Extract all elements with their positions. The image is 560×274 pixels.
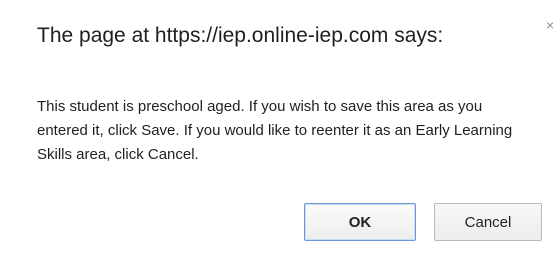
dialog-message: This student is preschool aged. If you w… [37,98,513,163]
dialog-title: The page at https://iep.online-iep.com s… [37,24,444,47]
cancel-button[interactable]: Cancel [434,203,542,241]
ok-button[interactable]: OK [304,203,416,241]
close-icon[interactable]: × [546,18,554,32]
alert-dialog: The page at https://iep.online-iep.com s… [0,0,560,274]
